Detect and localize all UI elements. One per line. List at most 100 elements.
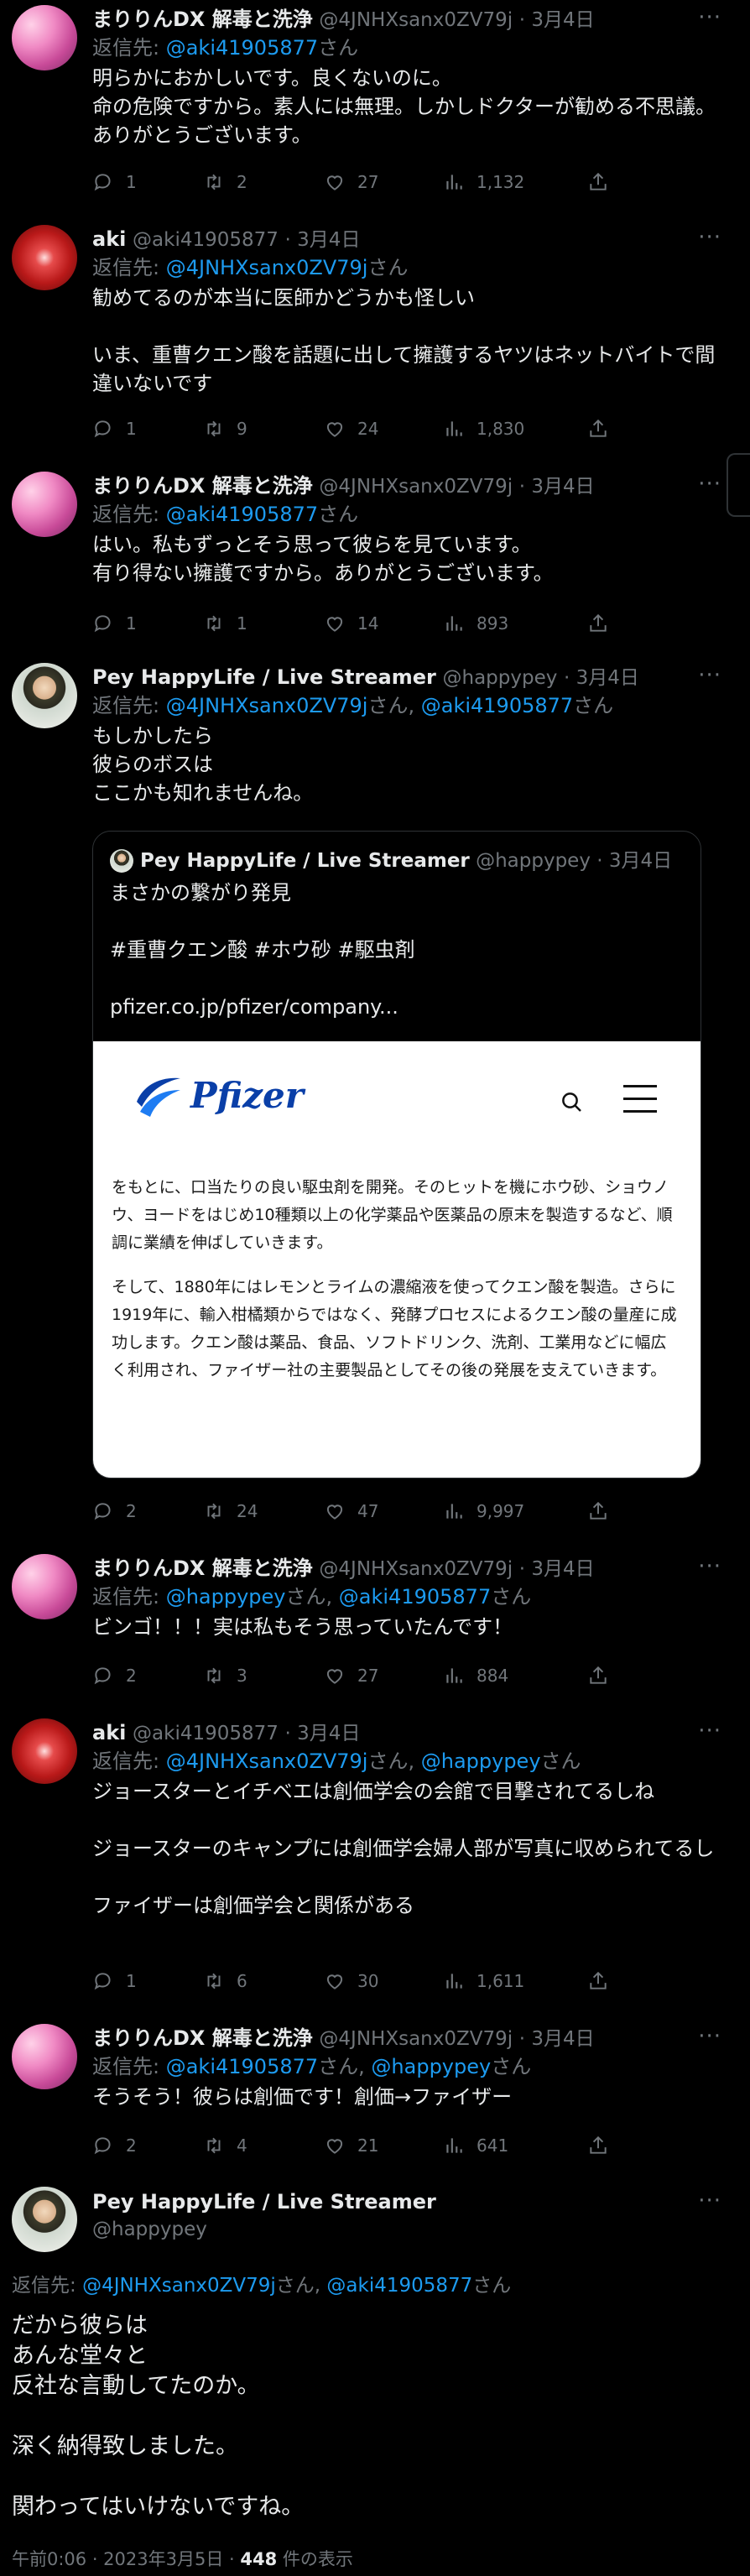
like-button[interactable]: 14 <box>324 609 378 638</box>
more-options-icon[interactable]: ··· <box>698 2024 721 2049</box>
reply-button[interactable]: 1 <box>92 609 137 638</box>
mention-link[interactable]: @4JNHXsanx0ZV79j <box>166 694 368 717</box>
avatar[interactable] <box>12 472 77 537</box>
more-options-icon[interactable]: ··· <box>698 225 721 250</box>
mention-link[interactable]: @aki41905877 <box>339 1585 491 1609</box>
views-button[interactable]: 1,611 <box>443 1967 524 1995</box>
mention-link[interactable]: @happypey <box>166 1585 286 1609</box>
share-button[interactable] <box>587 415 621 443</box>
tweet[interactable]: まりりんDX 解毒と洗浄 @4JNHXsanx0ZV79j · 3月4日 返信先… <box>0 1549 750 1713</box>
display-name[interactable]: まりりんDX 解毒と洗浄 <box>92 1557 313 1580</box>
more-options-icon[interactable]: ··· <box>698 472 721 497</box>
like-button[interactable]: 30 <box>324 1967 378 1995</box>
handle[interactable]: @4JNHXsanx0ZV79j <box>319 2028 513 2050</box>
handle[interactable]: @happypey <box>443 667 558 689</box>
reply-icon <box>94 1503 111 1520</box>
handle[interactable]: @4JNHXsanx0ZV79j <box>319 1558 513 1580</box>
retweet-button[interactable]: 24 <box>203 1497 258 1525</box>
avatar[interactable] <box>12 2187 77 2252</box>
like-button[interactable]: 27 <box>324 1661 378 1690</box>
mention-link[interactable]: @aki41905877 <box>326 2275 472 2297</box>
mention-link[interactable]: @4JNHXsanx0ZV79j <box>166 1749 368 1773</box>
avatar[interactable] <box>12 5 77 70</box>
retweet-button[interactable]: 6 <box>203 1967 247 1995</box>
avatar[interactable] <box>12 1554 77 1619</box>
tweet[interactable]: aki @aki41905877 · 3月4日 返信先: @4JNHXsanx0… <box>0 220 750 467</box>
retweet-button[interactable]: 1 <box>203 609 247 638</box>
reply-suffix: さん <box>318 36 359 60</box>
mention-link[interactable]: @4JNHXsanx0ZV79j <box>166 256 368 279</box>
views-button[interactable]: 1,132 <box>443 168 524 196</box>
retweet-button[interactable]: 9 <box>203 415 247 443</box>
reply-button[interactable]: 2 <box>92 1497 137 1525</box>
avatar[interactable] <box>12 225 77 290</box>
share-button[interactable] <box>587 1497 621 1525</box>
more-options-icon[interactable]: ··· <box>698 2188 721 2214</box>
more-options-icon[interactable]: ··· <box>698 1554 721 1579</box>
display-name[interactable]: まりりんDX 解毒と洗浄 <box>92 474 313 498</box>
reply-button[interactable]: 1 <box>92 1967 137 1995</box>
handle[interactable]: @4JNHXsanx0ZV79j <box>319 476 513 498</box>
handle[interactable]: @aki41905877 <box>133 1723 279 1744</box>
timestamp[interactable]: 3月4日 <box>531 476 594 498</box>
tweet[interactable]: まりりんDX 解毒と洗浄 @4JNHXsanx0ZV79j · 3月4日 返信先… <box>0 467 750 658</box>
share-button[interactable] <box>587 2131 621 2160</box>
tweet[interactable]: まりりんDX 解毒と洗浄 @4JNHXsanx0ZV79j · 3月4日 返信先… <box>0 0 750 220</box>
reply-button[interactable]: 1 <box>92 415 137 443</box>
avatar[interactable] <box>12 2024 77 2089</box>
timestamp[interactable]: 3月4日 <box>576 667 639 689</box>
like-button[interactable]: 27 <box>324 168 378 196</box>
mention-link[interactable]: @happypey <box>371 2055 491 2078</box>
timestamp[interactable]: 3月4日 <box>297 229 360 251</box>
handle[interactable]: @aki41905877 <box>133 229 279 251</box>
reply-button[interactable]: 2 <box>92 1661 137 1690</box>
more-options-icon[interactable]: ··· <box>698 663 721 688</box>
timestamp[interactable]: 3月4日 <box>531 2028 594 2050</box>
share-button[interactable] <box>587 168 621 196</box>
display-name[interactable]: aki <box>92 1721 126 1744</box>
timestamp[interactable]: 3月4日 <box>297 1723 360 1744</box>
display-name[interactable]: Pey HappyLife / Live Streamer <box>92 665 436 689</box>
retweet-button[interactable]: 3 <box>203 1661 247 1690</box>
views-button[interactable]: 641 <box>443 2131 508 2160</box>
display-name[interactable]: Pey HappyLife / Live Streamer <box>92 2190 436 2214</box>
timestamp[interactable]: 3月4日 <box>531 1558 594 1580</box>
mention-link[interactable]: @aki41905877 <box>166 503 318 526</box>
avatar[interactable] <box>12 1718 77 1784</box>
share-button[interactable] <box>587 1967 621 1995</box>
mention-link[interactable]: @aki41905877 <box>166 2055 318 2078</box>
display-name[interactable]: aki <box>92 227 126 251</box>
display-name[interactable]: まりりんDX 解毒と洗浄 <box>92 2026 313 2050</box>
views-button[interactable]: 893 <box>443 609 508 638</box>
tweet[interactable]: まりりんDX 解毒と洗浄 @4JNHXsanx0ZV79j · 3月4日 返信先… <box>0 2019 750 2182</box>
quoted-media-image[interactable]: Pfizer をもとに、口当たりの良い駆虫剤を開発。そのヒットを機にホウ砂、ショ… <box>93 1041 701 1478</box>
retweet-button[interactable]: 4 <box>203 2131 247 2160</box>
mention-link[interactable]: @aki41905877 <box>421 694 573 717</box>
reply-suffix: さん <box>275 2275 315 2297</box>
timestamp[interactable]: 3月4日 <box>531 9 594 31</box>
views-button[interactable]: 1,830 <box>443 415 524 443</box>
tweet[interactable]: aki @aki41905877 · 3月4日 返信先: @4JNHXsanx0… <box>0 1713 750 2019</box>
reply-button[interactable]: 2 <box>92 2131 137 2160</box>
quoted-tweet[interactable]: Pey HappyLife / Live Streamer @happypey … <box>92 831 701 1478</box>
share-button[interactable] <box>587 609 621 638</box>
views-button[interactable]: 884 <box>443 1661 508 1690</box>
mention-link[interactable]: @4JNHXsanx0ZV79j <box>82 2275 276 2297</box>
avatar[interactable] <box>12 663 77 728</box>
timestamp-text[interactable]: 午前0:06 · 2023年3月5日 · <box>12 2549 240 2569</box>
like-button[interactable]: 47 <box>324 1497 378 1525</box>
display-name[interactable]: まりりんDX 解毒と洗浄 <box>92 8 313 31</box>
handle[interactable]: @4JNHXsanx0ZV79j <box>319 9 513 31</box>
tweet[interactable]: Pey HappyLife / Live Streamer @happypey … <box>0 658 750 1549</box>
mention-link[interactable]: @aki41905877 <box>166 36 318 60</box>
mention-link[interactable]: @happypey <box>421 1749 541 1773</box>
more-options-icon[interactable]: ··· <box>698 1718 721 1744</box>
share-button[interactable] <box>587 1661 621 1690</box>
views-button[interactable]: 9,997 <box>443 1497 524 1525</box>
more-options-icon[interactable]: ··· <box>698 5 721 30</box>
like-button[interactable]: 24 <box>324 415 378 443</box>
handle[interactable]: @happypey <box>92 2219 207 2240</box>
like-button[interactable]: 21 <box>324 2131 378 2160</box>
retweet-button[interactable]: 2 <box>203 168 247 196</box>
reply-button[interactable]: 1 <box>92 168 137 196</box>
